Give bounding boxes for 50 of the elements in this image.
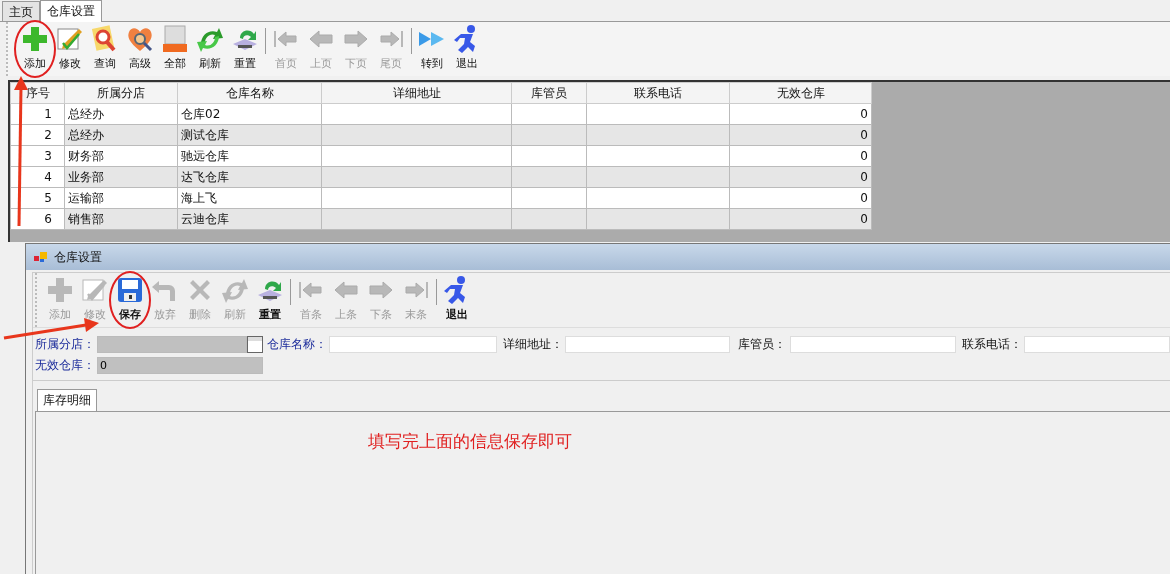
toolbar-button[interactable]: 全部 xyxy=(158,24,192,74)
toolbar-button[interactable]: 保存 xyxy=(113,275,147,325)
table-cell: 财务部 xyxy=(64,145,178,167)
input-field[interactable] xyxy=(328,336,497,353)
column-header[interactable]: 无效仓库 xyxy=(729,82,872,104)
toolbar-button[interactable]: 重置 xyxy=(228,24,262,74)
toolbar-button[interactable]: 刷新 xyxy=(193,24,227,74)
toolbar-button[interactable]: 转到 xyxy=(415,24,449,74)
column-header[interactable]: 所属分店 xyxy=(64,82,178,104)
window-title: 仓库设置 xyxy=(54,248,102,266)
column-header[interactable]: 库管员 xyxy=(511,82,587,104)
tab[interactable]: 主页 xyxy=(2,1,40,21)
toolbar-button[interactable]: 高级 xyxy=(123,24,157,74)
column-header[interactable]: 联系电话 xyxy=(586,82,730,104)
app-icon xyxy=(34,251,48,263)
table-cell: 海上飞 xyxy=(177,187,322,209)
toolbar-button[interactable]: 退出 xyxy=(450,24,484,74)
column-header[interactable]: 仓库名称 xyxy=(177,82,322,104)
field-label: 联系电话： xyxy=(962,336,1024,353)
table-cell: 驰远仓库 xyxy=(177,145,322,167)
field-label: 库管员： xyxy=(738,336,788,353)
document-icon xyxy=(160,24,190,54)
tab[interactable]: 仓库设置 xyxy=(40,0,102,22)
field-label: 仓库名称： xyxy=(266,336,328,353)
table-cell: 运输部 xyxy=(64,187,178,209)
tab[interactable]: 库存明细 xyxy=(37,389,97,411)
annotation-text: 填写完上面的信息保存即可 xyxy=(368,430,573,453)
input-field[interactable] xyxy=(790,336,957,353)
plus-icon xyxy=(20,24,50,54)
toolbar-button[interactable]: 添加 xyxy=(18,24,52,74)
table-cell: 0 xyxy=(729,145,872,167)
plus-icon xyxy=(45,275,75,305)
field-label: 无效仓库： xyxy=(35,357,96,374)
input-field[interactable]: 0 xyxy=(97,357,263,374)
input-field[interactable] xyxy=(96,336,247,353)
table-cell: 0 xyxy=(729,103,872,125)
table-cell: 总经办 xyxy=(64,103,178,125)
column-header[interactable]: 详细地址 xyxy=(321,82,512,104)
field-label: 详细地址： xyxy=(502,336,564,353)
toolbar-button[interactable]: 退出 xyxy=(440,275,474,325)
field-label: 所属分店： xyxy=(35,336,96,353)
toolbar-button[interactable]: 修改 xyxy=(53,24,87,74)
input-field[interactable] xyxy=(564,336,731,353)
table-cell: 仓库02 xyxy=(177,103,322,125)
table-cell: 0 xyxy=(729,187,872,209)
toolbar-button[interactable]: 查询 xyxy=(88,24,122,74)
input-field[interactable] xyxy=(1024,336,1170,353)
column-header[interactable]: 序号 xyxy=(10,82,65,104)
highlight-circle xyxy=(109,271,151,329)
toolbar-button[interactable]: 重置 xyxy=(253,275,287,325)
